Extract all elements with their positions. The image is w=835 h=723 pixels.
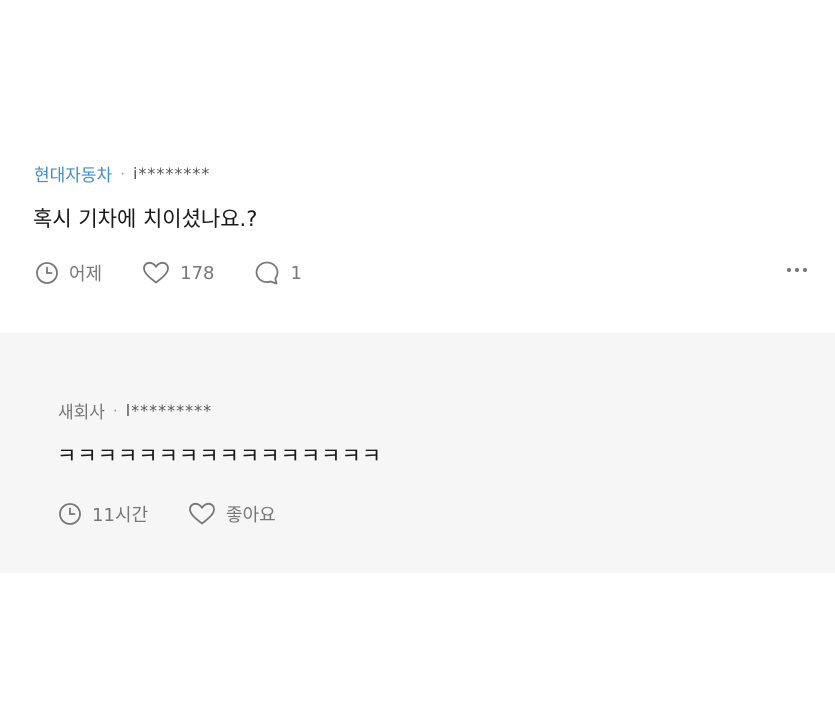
comment-text: 혹시 기차에 치이셨나요.?	[33, 207, 258, 231]
comment-meta: 현대자동차 · i********	[34, 161, 210, 186]
reply-comment: 새회사 · l********* ㅋㅋㅋㅋㅋㅋㅋㅋㅋㅋㅋㅋㅋㅋㅋㅋ 11시간 좋…	[0, 333, 835, 573]
reply-text: ㅋㅋㅋㅋㅋㅋㅋㅋㅋㅋㅋㅋㅋㅋㅋㅋ	[57, 444, 383, 468]
clock-icon	[36, 262, 58, 284]
reply-actions: 11시간 좋아요	[58, 501, 316, 527]
reply-like-label: 좋아요	[226, 505, 276, 526]
company-link[interactable]: 현대자동차	[34, 161, 112, 186]
reply-like-button[interactable]: 좋아요	[188, 501, 276, 527]
reply-count: 1	[290, 262, 302, 284]
reply-timestamp: 11시간	[58, 501, 148, 527]
clock-icon	[59, 503, 81, 525]
reply-meta: 새회사 · l*********	[58, 398, 212, 423]
speech-bubble-icon	[256, 261, 279, 285]
reply-timestamp-text: 11시간	[92, 505, 149, 526]
like-count: 178	[180, 262, 215, 284]
meta-separator: ·	[112, 401, 118, 420]
timestamp-text: 어제	[69, 264, 103, 285]
heart-icon	[143, 261, 170, 284]
more-dot	[803, 268, 807, 272]
reply-company[interactable]: 새회사	[58, 398, 105, 423]
more-options-button[interactable]	[787, 268, 807, 272]
comment-actions: 어제 178 1	[35, 260, 342, 286]
more-dot	[795, 268, 799, 272]
timestamp: 어제	[35, 260, 102, 286]
like-button[interactable]: 178	[142, 261, 214, 285]
author-name: i********	[132, 164, 211, 183]
more-dots-icon	[787, 268, 791, 272]
reply-button[interactable]: 1	[254, 260, 302, 286]
meta-separator: ·	[120, 164, 125, 183]
heart-icon	[189, 502, 215, 525]
main-comment: 현대자동차 · i******** 혹시 기차에 치이셨나요.? 어제 178 …	[0, 148, 835, 333]
reply-author-name: l*********	[125, 401, 213, 420]
